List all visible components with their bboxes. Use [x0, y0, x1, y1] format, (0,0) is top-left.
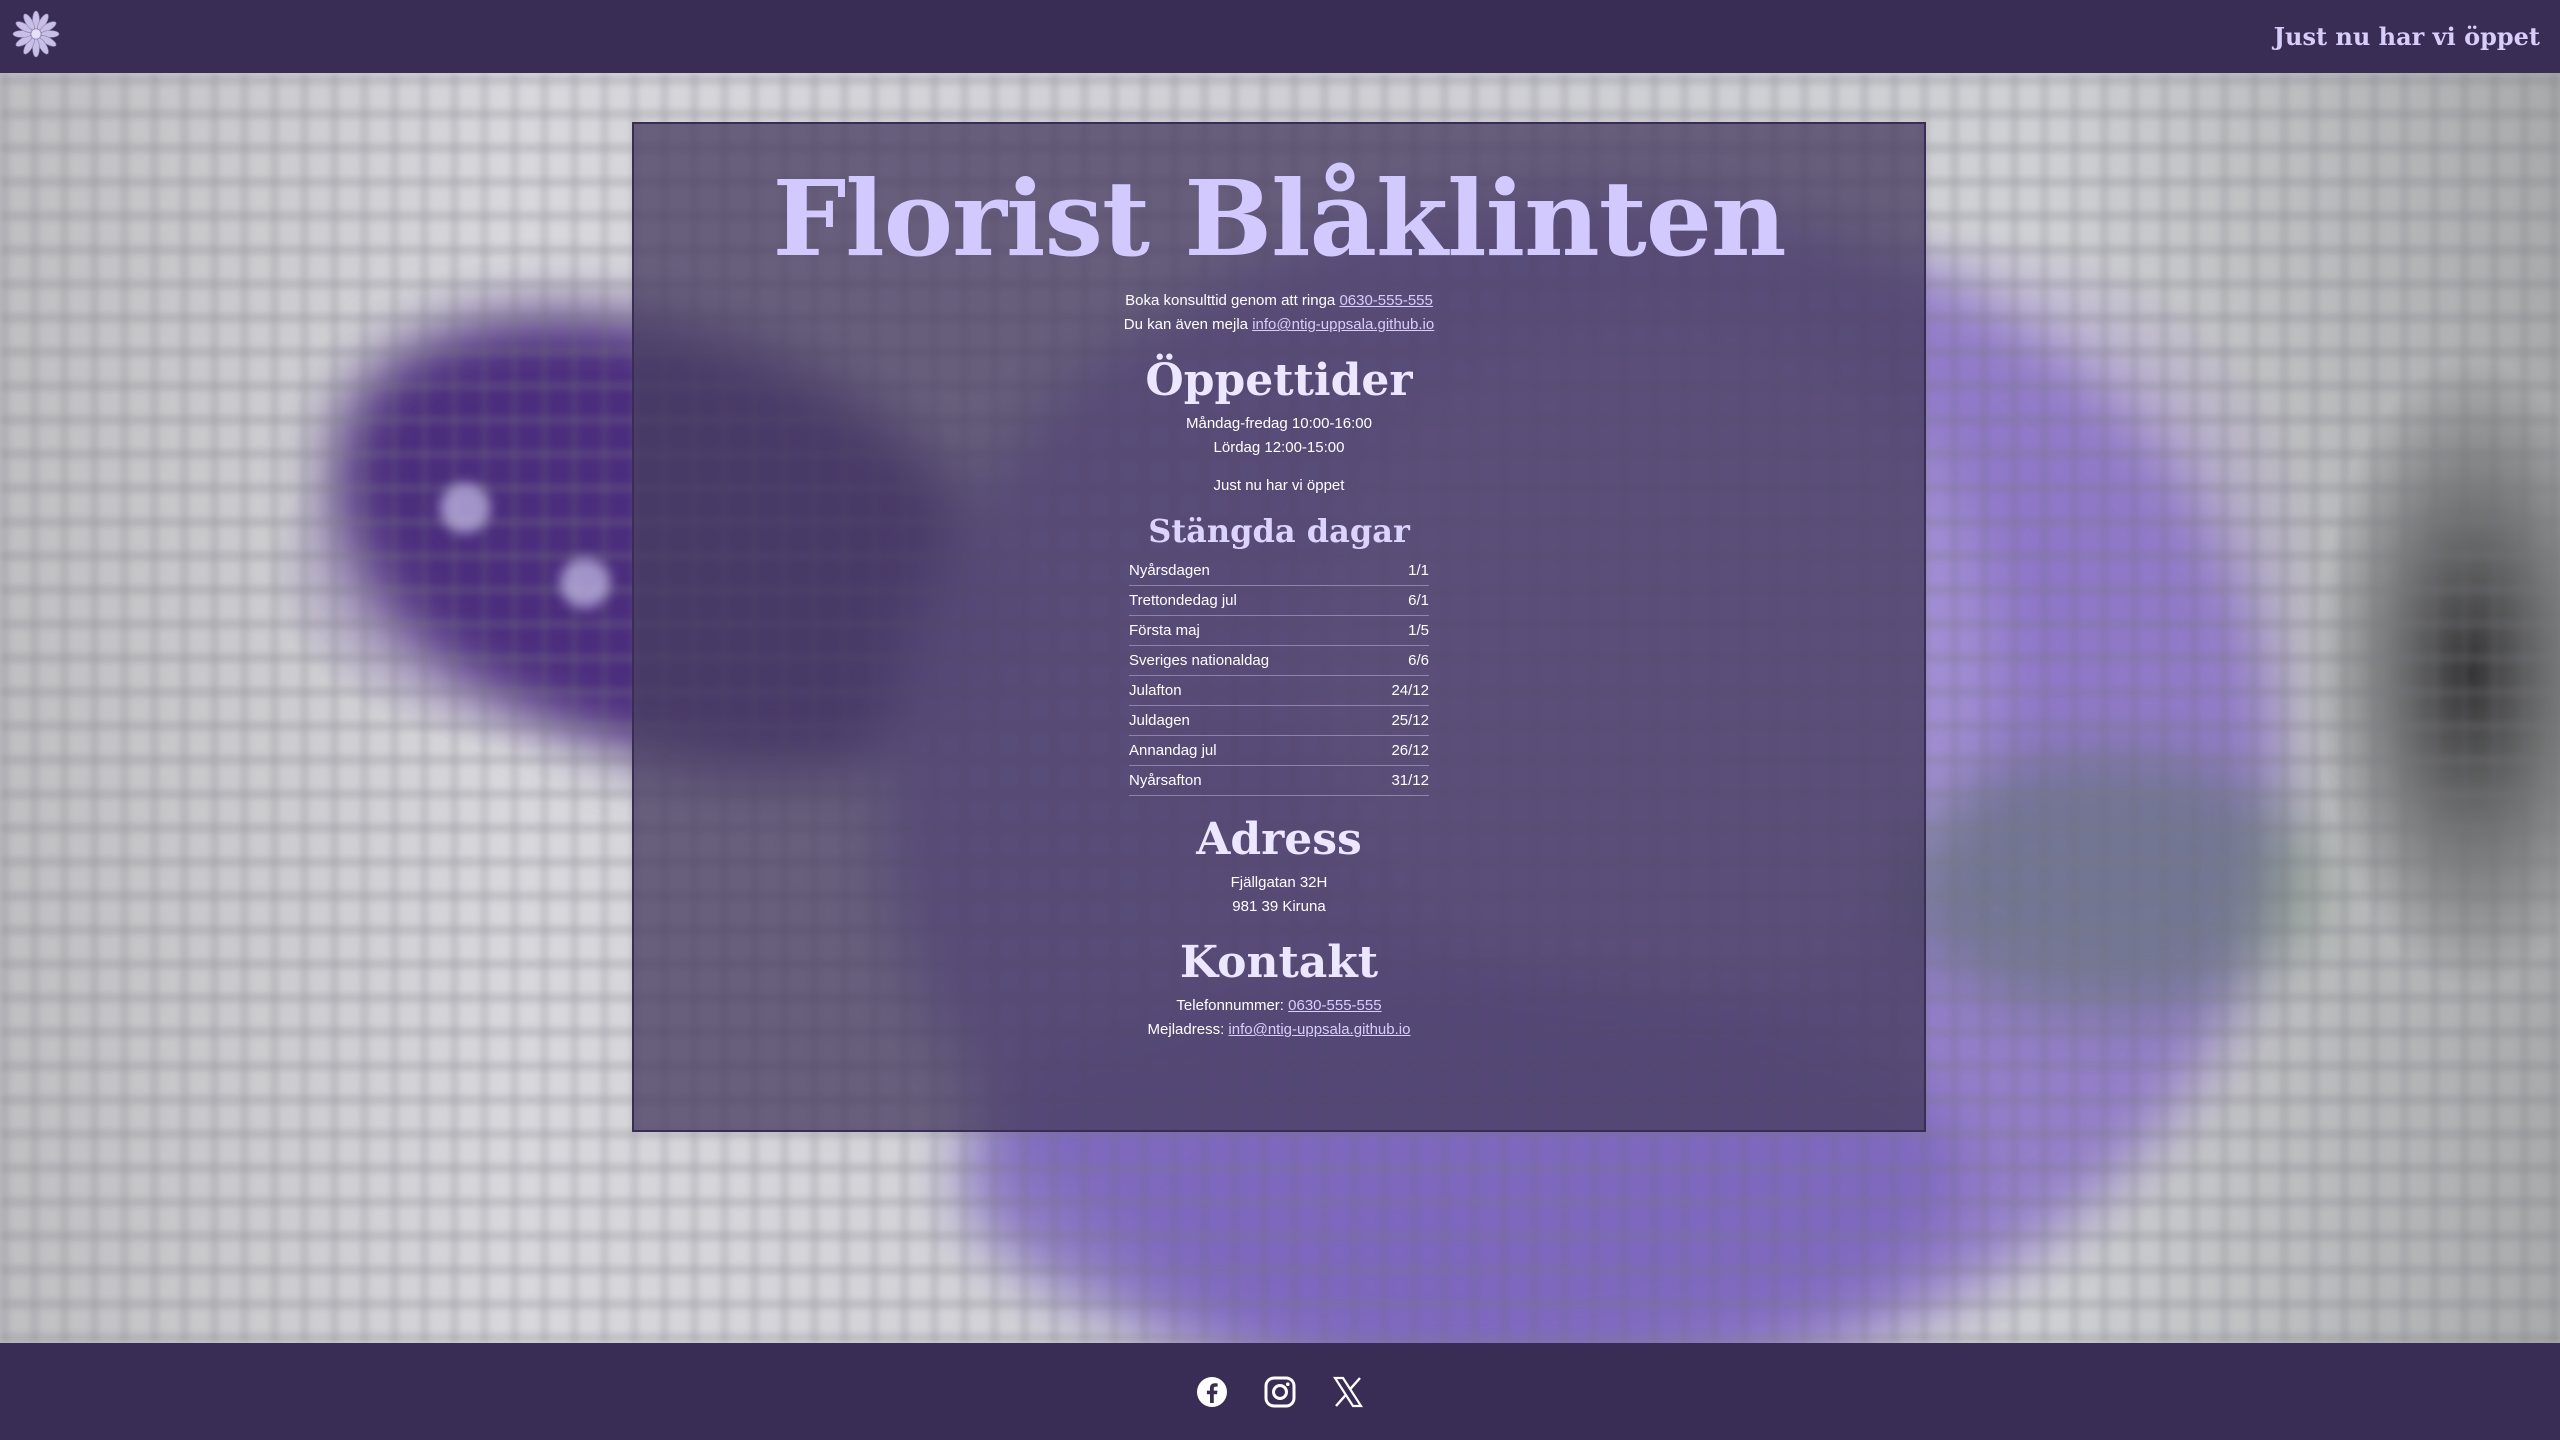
email-link[interactable]: info@ntig-uppsala.github.io	[1252, 316, 1434, 333]
holiday-date: 6/1	[1365, 585, 1429, 617]
holiday-date: 1/5	[1365, 615, 1429, 647]
address: Fjällgatan 32H 981 39 Kiruna	[634, 871, 1924, 919]
holiday-name: Nyårsdagen	[1129, 556, 1366, 587]
holiday-name: Juldagen	[1129, 705, 1366, 737]
holiday-date: 25/12	[1365, 705, 1429, 737]
table-row: Nyårsafton 31/12	[1129, 765, 1429, 797]
hours-weekdays: Måndag-fredag 10:00-16:00	[1186, 415, 1372, 433]
booking-text: Boka konsulttid genom att ringa	[1125, 292, 1336, 310]
table-row: Julafton 24/12	[1129, 675, 1429, 707]
flower-logo-icon[interactable]	[12, 10, 60, 63]
open-status-text: Just nu har vi öppet	[1213, 477, 1345, 495]
street-address: Fjällgatan 32H	[1230, 874, 1328, 892]
top-bar: Just nu har vi öppet	[0, 0, 2560, 73]
instagram-icon[interactable]	[1263, 1375, 1297, 1409]
holiday-name: Sveriges nationaldag	[1129, 645, 1366, 677]
intro-text: Boka konsulttid genom att ringa 0630-555…	[634, 289, 1924, 337]
table-row: Trettondedag jul 6/1	[1129, 585, 1429, 617]
holiday-date: 24/12	[1365, 675, 1429, 707]
open-status-header: Just nu har vi öppet	[2273, 22, 2540, 51]
contact-info: Telefonnummer: 0630-555-555 Mejladress: …	[634, 994, 1924, 1042]
contact-heading: Kontakt	[1179, 937, 1379, 989]
table-row: Sveriges nationaldag 6/6	[1129, 645, 1429, 677]
opening-hours: Måndag-fredag 10:00-16:00 Lördag 12:00-1…	[634, 412, 1924, 460]
page-title: Florist Blåklinten	[772, 157, 1786, 280]
opening-hours-heading: Öppettider	[1145, 355, 1413, 407]
holiday-name: Nyårsafton	[1129, 765, 1366, 797]
footer	[0, 1343, 2560, 1440]
city-address: 981 39 Kiruna	[1232, 898, 1326, 916]
table-row: Juldagen 25/12	[1129, 705, 1429, 737]
closed-days-heading: Stängda dagar	[1148, 512, 1410, 551]
holiday-name: Trettondedag jul	[1129, 585, 1366, 617]
holiday-date: 1/1	[1365, 556, 1429, 587]
info-card: Florist Blåklinten Boka konsulttid genom…	[632, 122, 1926, 1132]
phone-label: Telefonnummer:	[1176, 997, 1284, 1015]
contact-email-link[interactable]: info@ntig-uppsala.github.io	[1228, 1021, 1410, 1038]
facebook-icon[interactable]	[1195, 1375, 1229, 1409]
address-heading: Adress	[1196, 814, 1362, 866]
table-row: Nyårsdagen 1/1	[1129, 556, 1429, 587]
phone-link[interactable]: 0630-555-555	[1339, 292, 1432, 309]
x-icon[interactable]	[1331, 1375, 1365, 1409]
hours-saturday: Lördag 12:00-15:00	[1213, 439, 1345, 457]
holiday-date: 6/6	[1365, 645, 1429, 677]
table-row: Första maj 1/5	[1129, 615, 1429, 647]
contact-phone-link[interactable]: 0630-555-555	[1288, 997, 1381, 1014]
holiday-date: 26/12	[1365, 735, 1429, 767]
table-row: Annandag jul 26/12	[1129, 735, 1429, 767]
holiday-name: Julafton	[1129, 675, 1366, 707]
mail-text: Du kan även mejla	[1123, 316, 1249, 334]
holiday-name: Annandag jul	[1129, 735, 1366, 767]
email-label: Mejladress:	[1147, 1021, 1225, 1039]
holiday-name: Första maj	[1129, 615, 1366, 647]
holiday-date: 31/12	[1365, 765, 1429, 797]
closed-days-table: Nyårsdagen 1/1 Trettondedag jul 6/1 Förs…	[1129, 556, 1429, 797]
